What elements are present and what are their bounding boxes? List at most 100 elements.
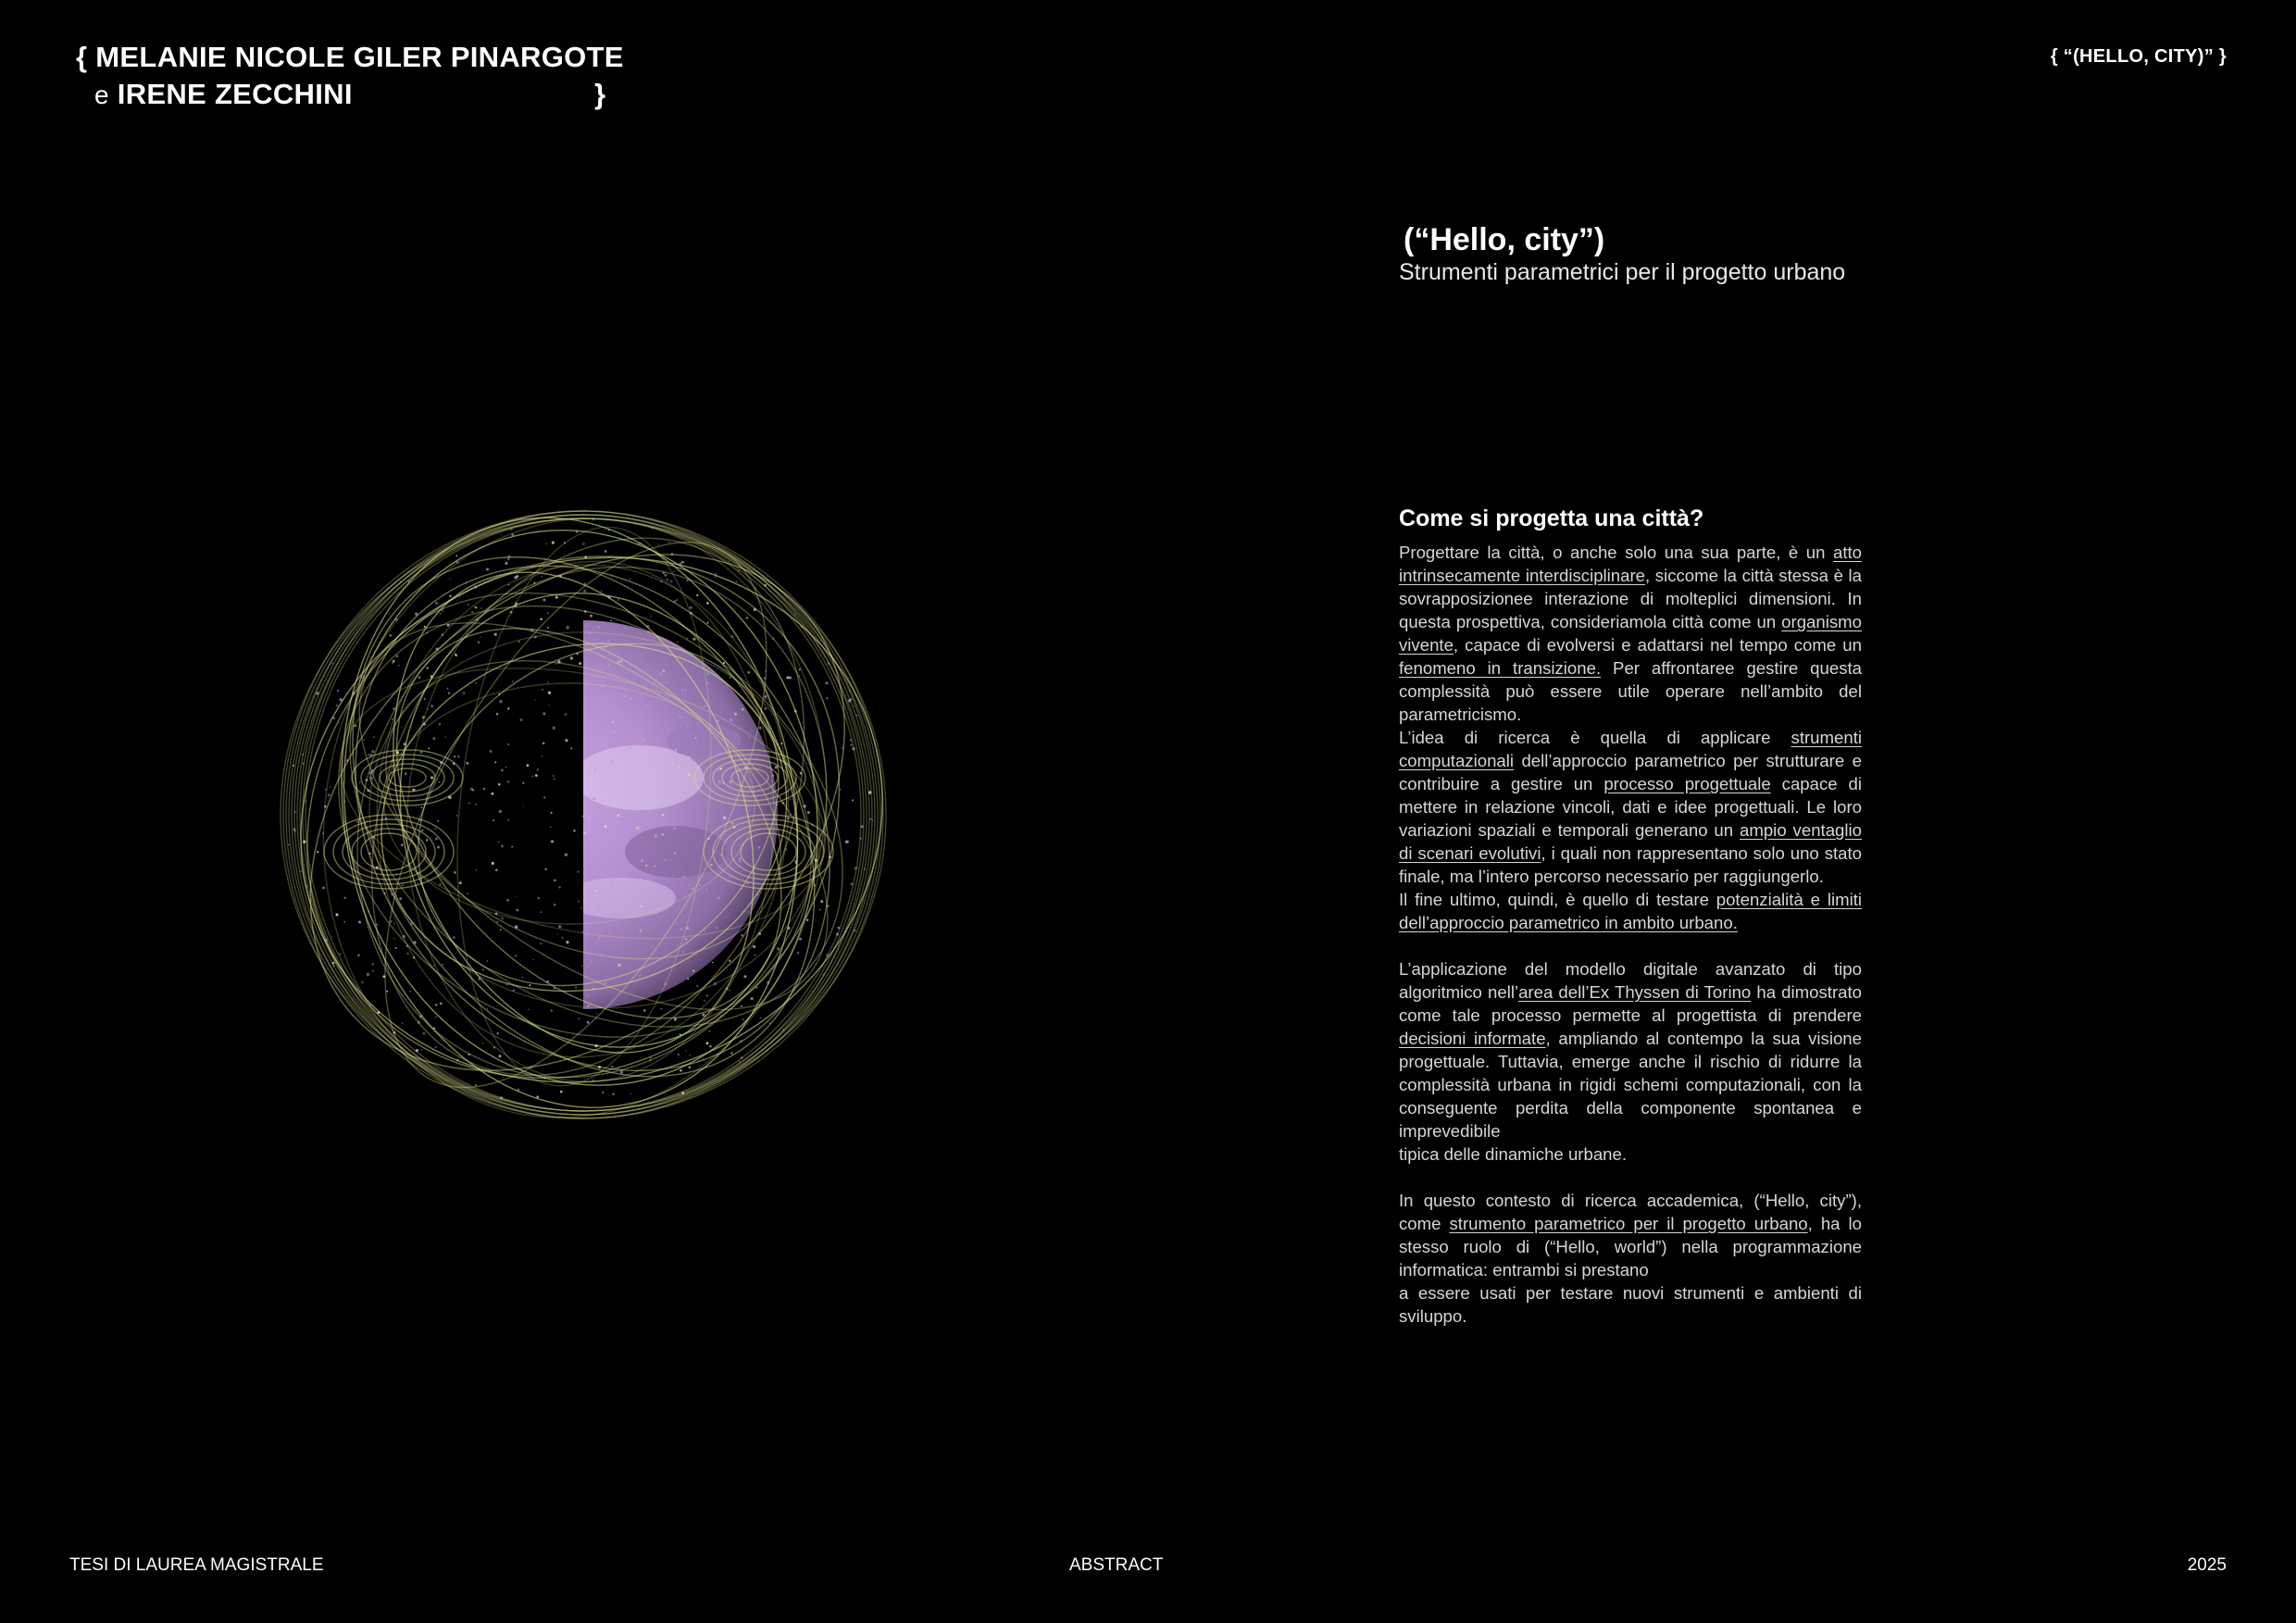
dust-particle [459,595,462,598]
dust-particle [635,826,640,830]
dust-particle [421,716,425,719]
dust-particle [566,941,569,944]
dust-particle [388,613,391,615]
dust-particle [467,604,469,606]
dust-particle [393,1030,396,1034]
dust-particle [687,773,691,777]
dust-particle [474,585,478,589]
dust-particle [369,753,373,757]
dust-particle [586,994,589,996]
dust-particle [376,923,378,926]
dust-particle [709,1044,712,1048]
dust-particle [745,617,749,619]
dust-particle [604,825,607,829]
dust-particle [622,816,624,818]
dust-particle [741,933,744,937]
dust-particle [661,814,665,817]
dust-particle [447,692,451,694]
dust-particle [662,669,666,673]
dust-particle [859,837,862,840]
dust-particle [544,868,548,871]
dust-particle [637,807,642,811]
dust-particle [618,598,620,601]
dust-particle [805,918,809,922]
dust-particle [702,1058,705,1061]
underlined-phrase: organismo vivente [1399,612,1862,655]
dust-particle [780,743,783,745]
dust-particle [293,810,297,814]
dust-particle [687,978,690,980]
dust-particle [534,774,538,777]
dust-particle [470,610,474,614]
dust-particle [610,864,612,866]
dust-particle [812,874,816,878]
dust-particle [696,985,699,988]
dust-particle [553,778,555,780]
dust-particle [412,763,414,765]
dust-particle [394,946,397,950]
dust-particle [497,783,501,786]
dust-particle [798,668,802,671]
dust-particle [714,576,717,578]
dust-particle [750,996,754,1001]
dust-particle [649,1059,651,1061]
dust-particle [430,704,434,708]
dust-particle [616,710,618,713]
dust-particle [516,895,518,897]
dust-particle [801,625,804,628]
dust-particle [435,601,439,606]
dust-particle [668,728,669,730]
dust-particle [439,761,443,765]
dust-particle [543,712,546,716]
dust-particle [601,684,605,688]
dust-particle [645,705,648,707]
dust-particle [605,806,608,809]
dust-particle [670,553,674,556]
dust-particle [693,637,696,641]
dust-particle [617,660,620,664]
dust-particle [457,755,460,758]
dust-particle [672,874,674,876]
dust-particle [558,886,561,889]
dust-particle [534,699,536,701]
dust-particle [871,819,874,822]
dust-particle [368,852,371,855]
dust-particle [617,814,620,818]
dust-particle [466,893,469,895]
dust-particle [415,612,418,616]
dust-particle [561,662,563,664]
dust-particle [662,571,665,574]
dust-particle [491,792,494,795]
dust-particle [540,911,542,913]
abstract-body: Progettare la città, o anche solo una su… [1399,541,1862,1328]
dust-particle [658,555,660,556]
dust-particle [388,794,391,796]
dust-particle [389,755,391,757]
dust-particle [590,614,593,618]
swirl-loop [351,749,464,806]
dust-particle [702,1013,705,1017]
dust-particle [686,726,689,729]
swirl-loop [360,754,455,802]
dust-particle [738,859,742,863]
dust-particle [368,910,370,913]
dust-particle [506,899,509,902]
dust-particle [705,994,708,997]
dust-particle [493,1046,496,1049]
dust-particle [339,698,343,702]
dust-particle [600,953,603,955]
dust-particle [620,710,623,712]
dust-particle [496,920,499,923]
dust-particle [647,630,651,633]
dust-particle [757,932,762,936]
dust-particle [395,751,400,755]
dust-particle [410,921,414,926]
dust-particle [335,913,339,917]
dust-particle [752,944,756,949]
dust-particle [540,618,543,620]
dust-particle [693,969,695,972]
dust-particle [371,969,374,972]
dust-particle [748,736,751,739]
dust-particle [559,1090,563,1093]
dust-particle [428,747,430,750]
